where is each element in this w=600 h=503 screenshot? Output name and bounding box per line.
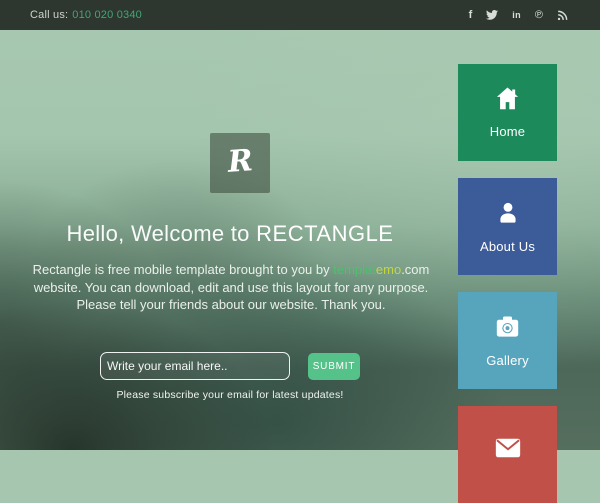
templatemo-link[interactable]: templatemo [333,262,401,277]
phone-number[interactable]: 010 020 0340 [72,9,142,21]
social-links: f in ℗ [469,10,568,21]
sidebar-item-label: Gallery [486,353,529,368]
facebook-icon[interactable]: f [469,10,473,21]
sidebar-item-label: Home [490,124,525,139]
twitter-icon[interactable] [486,10,498,20]
subscribe-form: SUBMIT [0,352,460,380]
email-input[interactable] [100,352,290,380]
sidebar-item-gallery[interactable]: Gallery [458,292,557,389]
call-us-text: Call us: 010 020 0340 [30,9,142,21]
subscribe-note: Please subscribe your email for latest u… [0,389,460,401]
intro-text-before: Rectangle is free mobile template brough… [33,262,334,277]
linkedin-icon[interactable]: in [512,11,521,20]
sidebar-item-about-us[interactable]: About Us [458,178,557,275]
pinterest-icon[interactable]: ℗ [535,10,543,21]
intro-paragraph: Rectangle is free mobile template brough… [24,261,438,314]
call-us-label: Call us: [30,9,68,21]
heading-brand: RECTANGLE [256,221,393,246]
camera-icon [494,314,521,340]
top-bar: Call us: 010 020 0340 f in ℗ [0,0,600,30]
submit-button[interactable]: SUBMIT [308,353,360,380]
logo-letter: R [226,143,254,184]
site-logo: R [210,133,270,193]
sidebar-item-contact[interactable] [458,406,557,503]
home-icon [494,86,521,111]
sidebar-item-label: About Us [480,239,535,254]
user-icon [495,200,521,226]
rss-icon[interactable] [557,10,568,21]
envelope-icon [494,437,522,459]
sidebar-item-home[interactable]: Home [458,64,557,161]
page-title: Hello, Welcome to RECTANGLE [0,221,460,247]
heading-prefix: Hello, Welcome to [67,221,257,246]
